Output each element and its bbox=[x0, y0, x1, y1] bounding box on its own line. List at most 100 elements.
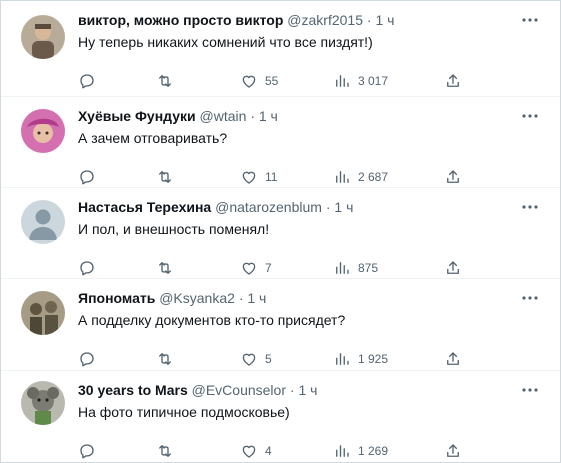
reply-icon bbox=[80, 261, 94, 276]
views-count: 1 269 bbox=[358, 444, 389, 458]
like-icon bbox=[242, 353, 256, 366]
reply-tweet[interactable]: Япономать @Ksyanka2 · 1 ч А подделку док… bbox=[1, 279, 560, 371]
author-handle[interactable]: @EvCounselor bbox=[192, 382, 286, 398]
author-handle[interactable]: @wtain bbox=[200, 108, 247, 124]
views-count: 3 017 bbox=[358, 74, 389, 88]
timestamp[interactable]: 1 ч bbox=[334, 199, 353, 215]
avatar[interactable] bbox=[21, 15, 65, 59]
tweet-header: Настасья Терехина @natarozenblum · 1 ч bbox=[78, 198, 353, 216]
more-icon[interactable] bbox=[518, 107, 542, 125]
tweet-text: Ну теперь никаких сомнений что все пиздя… bbox=[78, 34, 373, 50]
tweet-text: На фото типичное подмосковье) bbox=[78, 404, 290, 420]
reply-icon bbox=[80, 352, 94, 367]
retweet-icon bbox=[159, 171, 171, 183]
like-button[interactable]: 11 bbox=[240, 167, 277, 187]
views-icon bbox=[336, 353, 349, 365]
share-icon bbox=[447, 352, 459, 365]
views-button[interactable]: 2 687 bbox=[333, 167, 388, 187]
timestamp[interactable]: 1 ч bbox=[247, 290, 266, 306]
tweet-text: И пол, и внешность поменял! bbox=[78, 221, 270, 237]
avatar[interactable] bbox=[21, 200, 65, 244]
views-button[interactable]: 1 269 bbox=[333, 441, 388, 461]
reply-feed: виктор, можно просто виктор @zakrf2015 ·… bbox=[0, 0, 561, 463]
like-button[interactable]: 7 bbox=[240, 258, 272, 278]
share-button[interactable] bbox=[444, 71, 462, 91]
author-handle[interactable]: @zakrf2015 bbox=[287, 12, 363, 28]
author-name[interactable]: Япономать bbox=[78, 290, 155, 306]
share-button[interactable] bbox=[444, 258, 462, 278]
retweet-button[interactable] bbox=[156, 349, 174, 369]
like-button[interactable]: 4 bbox=[240, 441, 272, 461]
retweet-icon bbox=[159, 262, 171, 274]
tweet-text: А зачем отговаривать? bbox=[78, 130, 228, 146]
action-bar: 7 875 bbox=[78, 258, 459, 278]
avatar[interactable] bbox=[21, 109, 65, 153]
like-button[interactable]: 55 bbox=[240, 71, 278, 91]
action-bar: 5 1 925 bbox=[78, 349, 459, 369]
more-icon[interactable] bbox=[518, 381, 542, 399]
share-button[interactable] bbox=[444, 167, 462, 187]
like-count: 5 bbox=[265, 352, 272, 366]
reply-icon bbox=[80, 170, 94, 185]
author-handle[interactable]: @Ksyanka2 bbox=[159, 290, 235, 306]
views-icon bbox=[336, 75, 349, 87]
share-button[interactable] bbox=[444, 441, 462, 461]
share-button[interactable] bbox=[444, 349, 462, 369]
views-button[interactable]: 3 017 bbox=[333, 71, 388, 91]
reply-tweet[interactable]: 30 years to Mars @EvCounselor · 1 ч На ф… bbox=[1, 371, 560, 463]
retweet-button[interactable] bbox=[156, 167, 174, 187]
author-handle[interactable]: @natarozenblum bbox=[215, 199, 322, 215]
separator-dot: · bbox=[238, 290, 244, 306]
reply-icon bbox=[80, 444, 94, 459]
more-icon[interactable] bbox=[518, 198, 542, 216]
reply-icon bbox=[80, 74, 94, 89]
like-button[interactable]: 5 bbox=[240, 349, 272, 369]
reply-button[interactable] bbox=[78, 71, 96, 91]
views-button[interactable]: 875 bbox=[333, 258, 378, 278]
author-name[interactable]: Настасья Терехина bbox=[78, 199, 211, 215]
reply-button[interactable] bbox=[78, 349, 96, 369]
views-icon bbox=[336, 262, 349, 274]
retweet-button[interactable] bbox=[156, 441, 174, 461]
like-icon bbox=[242, 171, 256, 184]
reply-tweet[interactable]: Хуёвые Фундуки @wtain · 1 ч А зачем отго… bbox=[1, 97, 560, 188]
more-icon[interactable] bbox=[518, 289, 542, 307]
author-name[interactable]: виктор, можно просто виктор bbox=[78, 12, 283, 28]
retweet-button[interactable] bbox=[156, 71, 174, 91]
share-icon bbox=[447, 74, 459, 87]
timestamp[interactable]: 1 ч bbox=[375, 12, 394, 28]
views-icon bbox=[336, 445, 349, 457]
separator-dot: · bbox=[250, 108, 255, 124]
retweet-icon bbox=[159, 353, 171, 365]
avatar[interactable] bbox=[21, 291, 65, 335]
views-button[interactable]: 1 925 bbox=[333, 349, 388, 369]
reply-button[interactable] bbox=[78, 167, 96, 187]
author-name[interactable]: Хуёвые Фундуки bbox=[78, 108, 196, 124]
like-icon bbox=[242, 75, 256, 88]
timestamp[interactable]: 1 ч bbox=[298, 382, 317, 398]
avatar[interactable] bbox=[21, 381, 65, 425]
like-count: 55 bbox=[265, 74, 279, 88]
separator-dot: · bbox=[366, 12, 372, 28]
action-bar: 11 2 687 bbox=[78, 167, 459, 187]
more-icon[interactable] bbox=[518, 11, 542, 29]
like-count: 11 bbox=[265, 170, 278, 184]
retweet-icon bbox=[159, 75, 171, 87]
retweet-icon bbox=[159, 445, 171, 457]
views-count: 2 687 bbox=[358, 170, 389, 184]
reply-button[interactable] bbox=[78, 258, 96, 278]
reply-tweet[interactable]: виктор, можно просто виктор @zakrf2015 ·… bbox=[1, 1, 560, 97]
author-name[interactable]: 30 years to Mars bbox=[78, 382, 188, 398]
like-icon bbox=[242, 262, 256, 275]
separator-dot: · bbox=[289, 382, 295, 398]
tweet-header: Япономать @Ksyanka2 · 1 ч bbox=[78, 289, 266, 307]
tweet-header: 30 years to Mars @EvCounselor · 1 ч bbox=[78, 381, 317, 399]
reply-button[interactable] bbox=[78, 441, 96, 461]
retweet-button[interactable] bbox=[156, 258, 174, 278]
share-icon bbox=[447, 444, 459, 457]
tweet-text: А подделку документов кто-то присядет? bbox=[78, 312, 346, 328]
timestamp[interactable]: 1 ч bbox=[259, 108, 278, 124]
like-icon bbox=[242, 445, 256, 458]
like-count: 7 bbox=[265, 261, 272, 275]
reply-tweet[interactable]: Настасья Терехина @natarozenblum · 1 ч И… bbox=[1, 188, 560, 279]
